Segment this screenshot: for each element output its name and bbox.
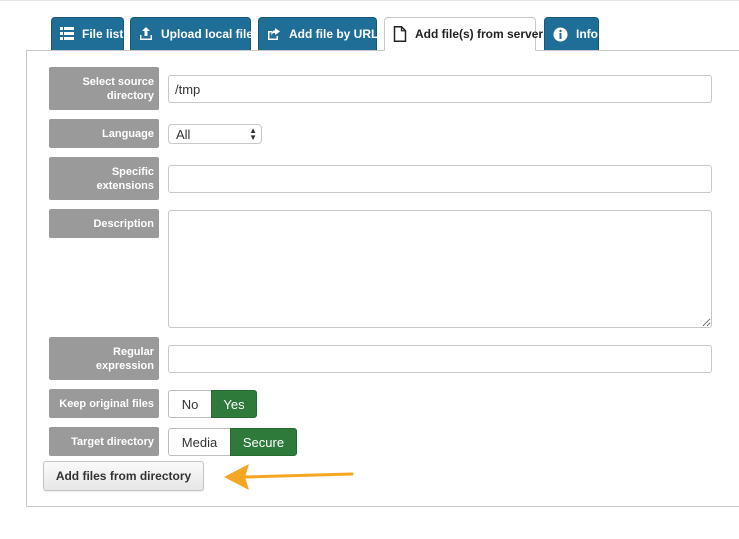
target-directory-media[interactable]: Media bbox=[168, 428, 230, 456]
regex-input[interactable] bbox=[168, 345, 712, 373]
target-directory-toggle: Media Secure bbox=[168, 428, 297, 456]
add-files-from-directory-button[interactable]: Add files from directory bbox=[43, 461, 204, 491]
tab-label: Add file by URL bbox=[289, 27, 379, 41]
tab-label: Upload local file bbox=[161, 27, 254, 41]
label-language: Language bbox=[49, 119, 159, 148]
label-target-directory: Target directory bbox=[49, 427, 159, 456]
language-selected-value: All bbox=[176, 126, 191, 142]
keep-original-toggle: No Yes bbox=[168, 390, 257, 418]
target-directory-secure[interactable]: Secure bbox=[230, 428, 297, 456]
upload-icon bbox=[139, 26, 153, 42]
tab-label: Add file(s) from server bbox=[415, 27, 544, 41]
select-arrows-icon: ▲ ▼ bbox=[249, 126, 257, 142]
list-icon bbox=[60, 26, 74, 42]
tab-info[interactable]: Info bbox=[544, 17, 599, 50]
tab-label: File list bbox=[82, 27, 124, 41]
tab-label: Info bbox=[576, 27, 598, 41]
source-directory-input[interactable] bbox=[168, 75, 712, 103]
tab-upload-local-file[interactable]: Upload local file bbox=[130, 17, 253, 50]
annotation-arrow-icon bbox=[224, 464, 354, 490]
language-select[interactable]: All ▲ ▼ bbox=[168, 124, 262, 144]
file-icon bbox=[393, 26, 407, 42]
keep-original-no[interactable]: No bbox=[168, 390, 211, 418]
share-icon bbox=[267, 26, 281, 42]
tab-file-list[interactable]: File list bbox=[51, 17, 124, 50]
top-divider bbox=[0, 0, 739, 1]
label-specific-extensions: Specific extensions bbox=[49, 157, 159, 200]
label-description: Description bbox=[49, 209, 159, 238]
tab-add-files-from-server[interactable]: Add file(s) from server bbox=[384, 17, 543, 51]
tab-add-file-by-url[interactable]: Add file by URL bbox=[258, 17, 378, 50]
label-source-directory: Select source directory bbox=[49, 67, 159, 110]
extensions-input[interactable] bbox=[168, 165, 712, 193]
description-textarea[interactable] bbox=[168, 210, 712, 328]
label-regular-expression: Regular expression bbox=[49, 337, 159, 380]
keep-original-yes[interactable]: Yes bbox=[211, 390, 257, 418]
label-keep-original-files: Keep original files bbox=[49, 389, 159, 418]
info-icon bbox=[553, 26, 568, 42]
